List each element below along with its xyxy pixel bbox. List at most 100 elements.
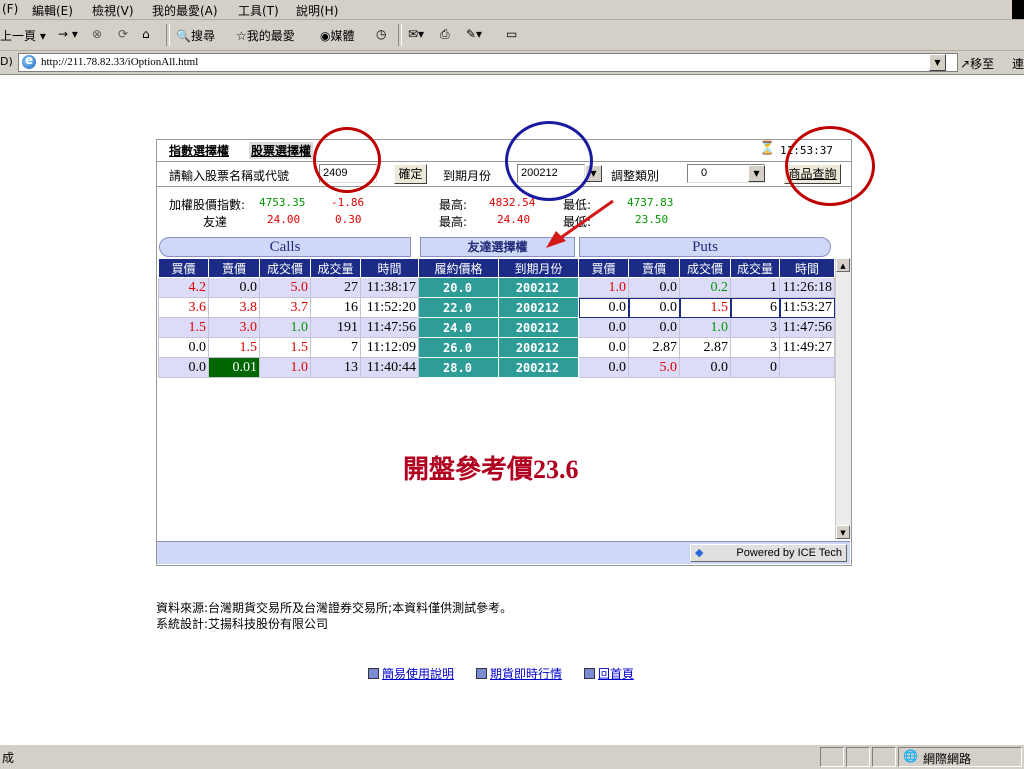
put-volume-cell: 3 <box>730 317 780 338</box>
put-volume-cell: 6 <box>730 297 780 318</box>
tab-stock-options[interactable]: 股票選擇權 <box>249 142 314 159</box>
edit-icon[interactable]: ✎▾ <box>466 27 482 41</box>
star-icon: ☆ <box>236 29 247 43</box>
col-put-time[interactable]: 時間 <box>779 258 835 278</box>
links-label[interactable]: 連 <box>1012 55 1024 72</box>
menu-favorites[interactable]: 我的最愛(A) <box>152 2 218 19</box>
stop-icon[interactable]: ⊗ <box>92 27 102 41</box>
put-last-cell: 1.0 <box>679 317 731 338</box>
search-button[interactable]: 🔍搜尋 <box>176 27 215 44</box>
confirm-button[interactable]: 確定 <box>394 164 427 184</box>
put-last-cell: 0.2 <box>679 277 731 298</box>
col-put-ask[interactable]: 賣價 <box>628 258 680 278</box>
col-call-time[interactable]: 時間 <box>360 258 419 278</box>
stock-code-input[interactable]: 2409 <box>319 164 377 183</box>
link-user-guide[interactable]: 簡易使用說明 <box>368 665 454 682</box>
powered-text: Powered by ICE Tech <box>736 547 842 559</box>
call-time-cell: 11:52:20 <box>360 297 419 318</box>
history-icon[interactable]: ◷ <box>376 27 386 41</box>
scroll-down-icon[interactable]: ▼ <box>836 525 850 539</box>
stock-high-label: 最高: <box>439 215 468 229</box>
put-ask-cell: 5.0 <box>628 357 680 378</box>
call-last-cell: 5.0 <box>259 277 311 298</box>
option-quote-widget: 指數選擇權 股票選擇權 ⏳ 11:53:37 請輸入股票名稱或代號 2409 確… <box>156 139 852 566</box>
refresh-icon[interactable]: ⟳ <box>118 27 128 41</box>
put-ask-cell: 0.0 <box>628 317 680 338</box>
link-icon <box>368 668 379 679</box>
adjust-dropdown-button[interactable]: ▼ <box>748 165 765 182</box>
forward-arrow-icon[interactable]: → ▾ <box>58 27 78 41</box>
col-expiry[interactable]: 到期月份 <box>498 258 579 278</box>
menu-file[interactable]: (F) <box>2 2 18 16</box>
strike-cell: 24.0 <box>418 317 499 338</box>
col-call-bid[interactable]: 買價 <box>158 258 209 278</box>
stock-label: 友達 <box>203 215 228 229</box>
table-row[interactable]: 3.6 3.8 3.7 16 11:52:20 22.0 200212 0.0 … <box>158 297 835 318</box>
menu-edit[interactable]: 編輯(E) <box>32 2 73 19</box>
menu-tools[interactable]: 工具(T) <box>238 2 279 19</box>
put-volume-cell: 0 <box>730 357 780 378</box>
window-edge <box>1012 0 1024 19</box>
expiry-cell: 200212 <box>498 297 579 318</box>
stock-high: 24.40 <box>497 213 531 226</box>
search-label: 搜尋 <box>190 29 215 43</box>
put-last-cell: 1.5 <box>679 297 731 318</box>
index-change: -1.86 <box>331 196 365 209</box>
link-icon <box>476 668 487 679</box>
scroll-up-icon[interactable]: ▲ <box>836 258 850 272</box>
month-select[interactable]: 200212 <box>517 164 585 183</box>
index-high-label: 最高: <box>439 198 468 212</box>
globe-icon: 🌐 <box>903 749 918 763</box>
put-time-cell: 11:26:18 <box>779 277 835 298</box>
col-put-volume[interactable]: 成交量 <box>730 258 780 278</box>
table-row[interactable]: 0.0 1.5 1.5 7 11:12:09 26.0 200212 0.0 2… <box>158 337 835 358</box>
col-put-bid[interactable]: 買價 <box>578 258 629 278</box>
col-call-last[interactable]: 成交價 <box>259 258 311 278</box>
url-field[interactable]: http://211.78.82.33/iOptionAll.html <box>18 53 958 72</box>
col-call-ask[interactable]: 賣價 <box>208 258 260 278</box>
menu-view[interactable]: 檢視(V) <box>92 2 134 19</box>
table-row[interactable]: 1.5 3.0 1.0 191 11:47:56 24.0 200212 0.0… <box>158 317 835 338</box>
stock-last: 24.00 <box>267 213 301 226</box>
expiry-cell: 200212 <box>498 317 579 338</box>
table-row[interactable]: 0.0 0.01 1.0 13 11:40:44 28.0 200212 0.0… <box>158 357 835 378</box>
browser-toolbar: 上一頁 ▾ → ▾ ⊗ ⟳ ⌂ 🔍搜尋 ☆我的最愛 ◉媒體 ◷ ✉▾ ⎙ ✎▾ … <box>0 20 1024 51</box>
call-bid-cell: 1.5 <box>158 317 209 338</box>
home-icon[interactable]: ⌂ <box>142 27 150 41</box>
adjust-value: 0 <box>701 167 708 179</box>
call-last-cell: 1.0 <box>259 317 311 338</box>
print-icon[interactable]: ⎙ <box>440 27 450 42</box>
col-strike[interactable]: 履約價格 <box>418 258 499 278</box>
call-volume-cell: 191 <box>310 317 361 338</box>
tab-index-options[interactable]: 指數選擇權 <box>167 142 231 159</box>
put-bid-cell: 0.0 <box>578 317 629 338</box>
favorites-button[interactable]: ☆我的最愛 <box>236 27 295 44</box>
strike-cell: 26.0 <box>418 337 499 358</box>
col-put-last[interactable]: 成交價 <box>679 258 731 278</box>
powered-by-badge: ◆ Powered by ICE Tech <box>690 544 847 562</box>
col-call-volume[interactable]: 成交量 <box>310 258 361 278</box>
opening-reference-annotation: 開盤參考價23.6 <box>403 455 579 484</box>
call-time-cell: 11:38:17 <box>360 277 419 298</box>
go-button[interactable]: ↗移至 <box>960 55 994 72</box>
menu-help[interactable]: 說明(H) <box>296 2 338 19</box>
discuss-icon[interactable]: ▭ <box>506 27 517 41</box>
call-ask-cell: 1.5 <box>208 337 260 358</box>
url-dropdown-button[interactable]: ▼ <box>929 54 946 71</box>
table-header-row: 買價 賣價 成交價 成交量 時間 履約價格 到期月份 買價 賣價 成交價 成交量… <box>158 258 835 278</box>
month-dropdown-button[interactable]: ▼ <box>585 165 602 182</box>
product-lookup-button[interactable]: 商品查詢 <box>784 164 841 184</box>
link-futures-quotes-label: 期貨即時行情 <box>490 667 563 681</box>
call-volume-cell: 16 <box>310 297 361 318</box>
table-row[interactable]: 4.2 0.0 5.0 27 11:38:17 20.0 200212 1.0 … <box>158 277 835 298</box>
table-scrollbar[interactable]: ▲ ▼ <box>835 258 851 539</box>
mail-icon[interactable]: ✉▾ <box>408 27 424 41</box>
media-button[interactable]: ◉媒體 <box>320 27 355 44</box>
query-label: 請輸入股票名稱或代號 <box>169 169 290 183</box>
link-futures-quotes[interactable]: 期貨即時行情 <box>476 665 562 682</box>
back-button[interactable]: 上一頁 ▾ <box>0 27 46 44</box>
month-label: 到期月份 <box>443 169 492 183</box>
put-bid-cell: 0.0 <box>578 297 629 318</box>
link-home[interactable]: 回首頁 <box>584 665 634 682</box>
call-last-cell: 3.7 <box>259 297 311 318</box>
